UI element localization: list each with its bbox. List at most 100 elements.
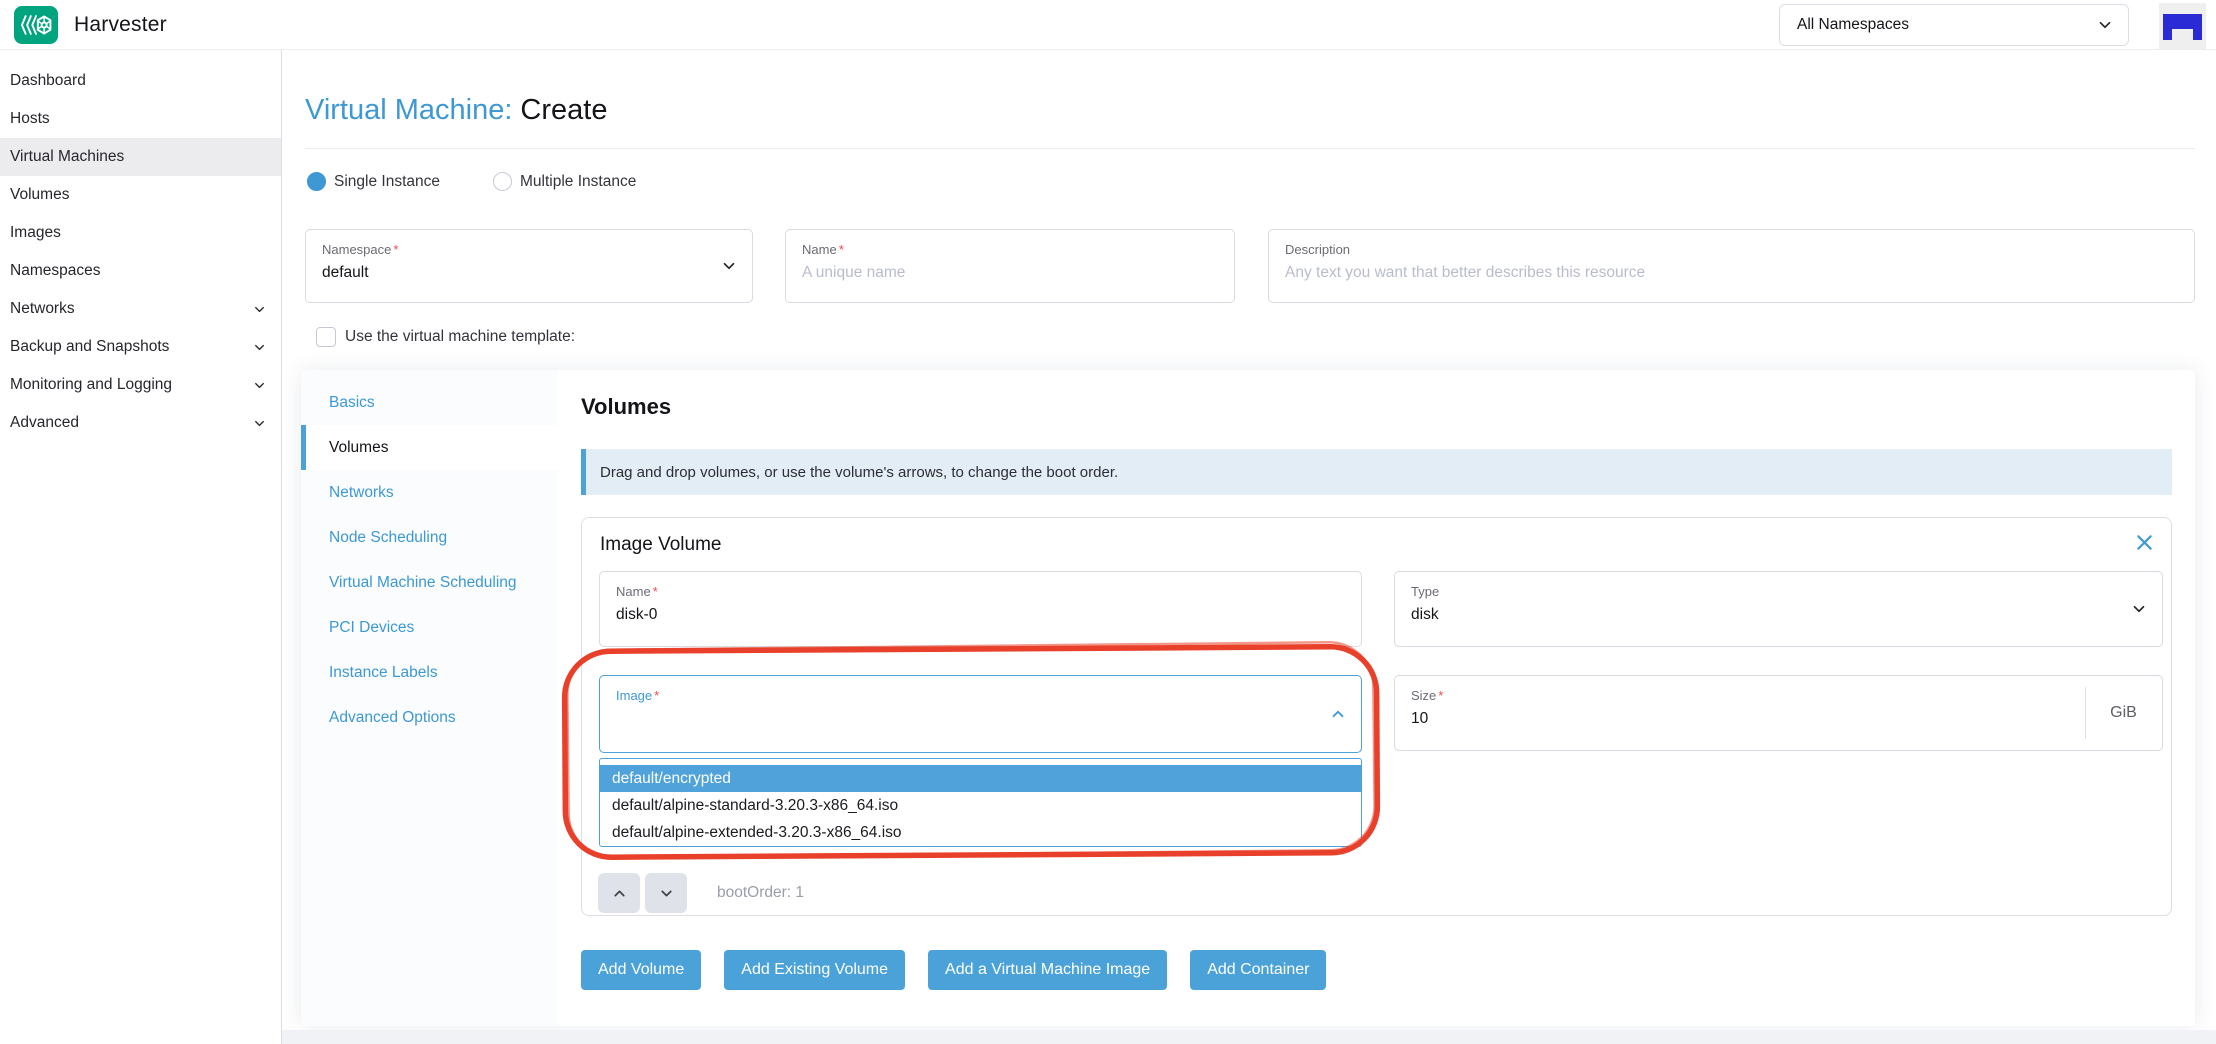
vm-config-panel: Basics Volumes Networks Node Scheduling … bbox=[301, 370, 2195, 1026]
image-option-encrypted[interactable]: default/encrypted bbox=[600, 765, 1361, 792]
vm-template-checkbox[interactable] bbox=[316, 327, 336, 347]
instance-mode-radio-group: Single Instance Multiple Instance bbox=[307, 172, 636, 191]
tab-label: Basics bbox=[329, 393, 375, 412]
sidebar-item-label: Advanced bbox=[10, 414, 79, 432]
image-volume-card-title: Image Volume bbox=[600, 534, 721, 556]
required-mark: * bbox=[839, 242, 844, 257]
chevron-down-icon bbox=[2096, 16, 2114, 34]
sidebar-item-images[interactable]: Images bbox=[0, 214, 281, 252]
volume-type-select[interactable]: Type disk bbox=[1394, 571, 2163, 647]
namespace-select[interactable]: Namespace* default bbox=[305, 229, 753, 303]
tab-label: Volumes bbox=[329, 438, 388, 457]
namespace-filter-value: All Namespaces bbox=[1797, 16, 1909, 34]
sidebar-item-namespaces[interactable]: Namespaces bbox=[0, 252, 281, 290]
sidebar-item-hosts[interactable]: Hosts bbox=[0, 100, 281, 138]
harvester-logo-icon[interactable] bbox=[14, 6, 58, 44]
sidebar-item-monitoring-and-logging[interactable]: Monitoring and Logging bbox=[0, 366, 281, 404]
config-tab-column: Basics Volumes Networks Node Scheduling … bbox=[301, 370, 558, 1026]
vm-name-input[interactable] bbox=[802, 264, 1218, 282]
main-sidebar: Dashboard Hosts Virtual Machines Volumes… bbox=[0, 50, 282, 1044]
volume-actions: Add Volume Add Existing Volume Add a Vir… bbox=[581, 950, 1349, 990]
sidebar-item-label: Hosts bbox=[10, 110, 50, 128]
volume-name-input[interactable] bbox=[616, 606, 1345, 624]
sidebar-item-networks[interactable]: Networks bbox=[0, 290, 281, 328]
tab-pci-devices[interactable]: PCI Devices bbox=[301, 605, 558, 650]
required-mark: * bbox=[393, 242, 398, 257]
sidebar-item-label: Images bbox=[10, 224, 61, 242]
sidebar-item-advanced[interactable]: Advanced bbox=[0, 404, 281, 442]
volumes-heading: Volumes bbox=[581, 394, 671, 420]
volume-name-field: Name* bbox=[599, 571, 1362, 647]
tab-label: Advanced Options bbox=[329, 708, 456, 727]
tab-advanced-options[interactable]: Advanced Options bbox=[301, 695, 558, 740]
sidebar-item-label: Dashboard bbox=[10, 72, 86, 90]
sidebar-item-backup-and-snapshots[interactable]: Backup and Snapshots bbox=[0, 328, 281, 366]
description-label: Description bbox=[1285, 242, 2178, 257]
header-right: All Namespaces bbox=[1779, 0, 2206, 50]
move-volume-down-button[interactable] bbox=[645, 873, 687, 913]
volume-size-unit: GiB bbox=[2085, 676, 2162, 750]
volume-image-select[interactable]: Image* bbox=[599, 675, 1362, 753]
harvester-app: Harvester All Namespaces Dashboard Hosts bbox=[0, 0, 2216, 1044]
chevron-up-icon bbox=[1329, 705, 1347, 728]
banner-text: Drag and drop volumes, or use the volume… bbox=[600, 464, 1118, 481]
required-mark: * bbox=[654, 688, 659, 703]
tab-instance-labels[interactable]: Instance Labels bbox=[301, 650, 558, 695]
required-mark: * bbox=[1438, 688, 1443, 703]
tab-label: Networks bbox=[329, 483, 394, 502]
volume-size-input[interactable] bbox=[1411, 710, 2069, 728]
sidebar-item-label: Namespaces bbox=[10, 262, 100, 280]
sidebar-item-volumes[interactable]: Volumes bbox=[0, 176, 281, 214]
chevron-down-icon bbox=[252, 378, 267, 393]
close-icon[interactable] bbox=[2134, 532, 2155, 553]
add-container-button[interactable]: Add Container bbox=[1190, 950, 1326, 990]
boot-order-info-banner: Drag and drop volumes, or use the volume… bbox=[581, 449, 2172, 495]
boot-order-text: bootOrder: 1 bbox=[717, 884, 804, 902]
volume-name-label: Name* bbox=[616, 584, 1345, 599]
namespace-filter-select[interactable]: All Namespaces bbox=[1779, 4, 2129, 46]
boot-order-controls: bootOrder: 1 bbox=[598, 873, 804, 913]
namespace-value: default bbox=[322, 264, 736, 282]
multiple-instance-radio[interactable] bbox=[493, 172, 512, 191]
image-volume-card: Image Volume Name* Type disk Image* bbox=[581, 517, 2172, 916]
volume-type-value: disk bbox=[1411, 606, 2146, 624]
sidebar-item-label: Volumes bbox=[10, 186, 69, 204]
tab-label: PCI Devices bbox=[329, 618, 414, 637]
tab-volumes[interactable]: Volumes bbox=[301, 425, 558, 470]
top-header: Harvester All Namespaces bbox=[0, 0, 2216, 50]
page-title: Virtual Machine:Create bbox=[305, 94, 607, 127]
single-instance-label: Single Instance bbox=[334, 173, 440, 191]
tab-node-scheduling[interactable]: Node Scheduling bbox=[301, 515, 558, 560]
image-option-alpine-extended[interactable]: default/alpine-extended-3.20.3-x86_64.is… bbox=[600, 819, 1361, 846]
chevron-down-icon bbox=[252, 416, 267, 431]
sidebar-item-label: Networks bbox=[10, 300, 75, 318]
volume-image-label: Image* bbox=[616, 688, 1345, 703]
chevron-down-icon bbox=[252, 302, 267, 317]
required-mark: * bbox=[653, 584, 658, 599]
chevron-down-icon bbox=[2130, 600, 2148, 623]
tab-label: Virtual Machine Scheduling bbox=[329, 573, 529, 592]
tab-label: Node Scheduling bbox=[329, 528, 447, 547]
image-option-alpine-standard[interactable]: default/alpine-standard-3.20.3-x86_64.is… bbox=[600, 792, 1361, 819]
tab-networks[interactable]: Networks bbox=[301, 470, 558, 515]
sidebar-item-dashboard[interactable]: Dashboard bbox=[0, 62, 281, 100]
namespace-label: Namespace* bbox=[322, 242, 736, 257]
tab-basics[interactable]: Basics bbox=[301, 380, 558, 425]
add-volume-button[interactable]: Add Volume bbox=[581, 950, 701, 990]
description-input[interactable] bbox=[1285, 264, 2178, 282]
move-volume-up-button[interactable] bbox=[598, 873, 640, 913]
sidebar-item-virtual-machines[interactable]: Virtual Machines bbox=[0, 138, 281, 176]
vm-name-field: Name* bbox=[785, 229, 1235, 303]
add-existing-volume-button[interactable]: Add Existing Volume bbox=[724, 950, 905, 990]
page-bottom-strip bbox=[282, 1030, 2216, 1044]
tab-virtual-machine-scheduling[interactable]: Virtual Machine Scheduling bbox=[301, 560, 558, 605]
single-instance-radio[interactable] bbox=[307, 172, 326, 191]
vm-template-checkbox-label: Use the virtual machine template: bbox=[345, 328, 575, 346]
chevron-down-icon bbox=[252, 340, 267, 355]
tab-label: Instance Labels bbox=[329, 663, 438, 682]
add-virtual-machine-image-button[interactable]: Add a Virtual Machine Image bbox=[928, 950, 1167, 990]
sidebar-item-label: Backup and Snapshots bbox=[10, 338, 169, 356]
user-avatar[interactable] bbox=[2159, 3, 2206, 50]
title-divider bbox=[305, 148, 2195, 149]
volume-type-label: Type bbox=[1411, 584, 2146, 599]
